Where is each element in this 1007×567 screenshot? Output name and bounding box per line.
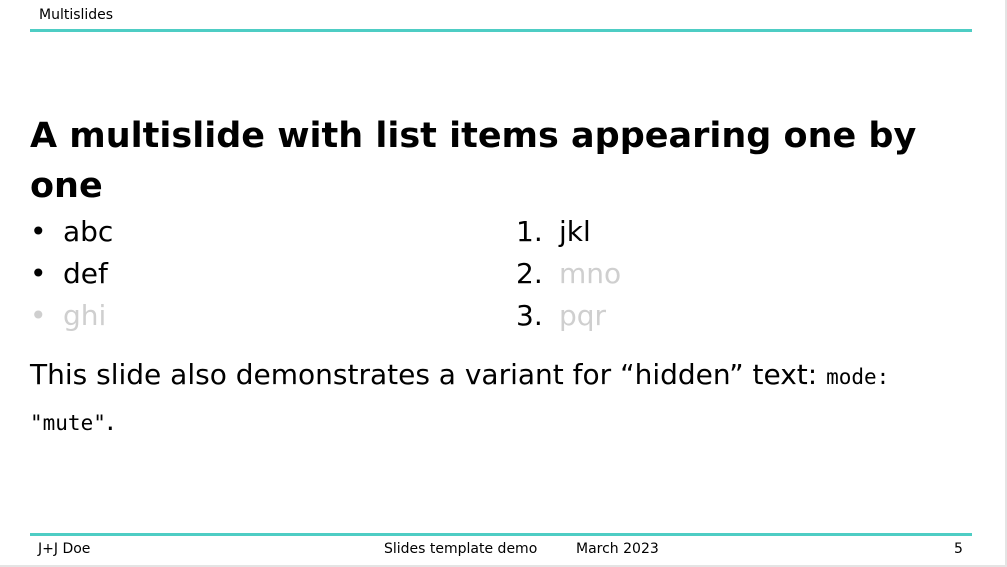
list-item-text: mno — [559, 257, 622, 290]
number-marker: 3. — [516, 299, 543, 332]
list-item-muted: 2. mno — [516, 253, 621, 295]
list-item-text: abc — [63, 215, 114, 248]
slide: Multislides A multislide with list items… — [0, 0, 1007, 567]
number-marker: 1. — [516, 215, 543, 248]
list-item: • abc — [30, 211, 113, 253]
numbered-list: 1. jkl 2. mno 3. pqr — [516, 211, 621, 337]
footer-rule — [30, 533, 972, 536]
header-rule — [30, 29, 972, 32]
list-item: • def — [30, 253, 113, 295]
list-item: 1. jkl — [516, 211, 621, 253]
list-item-muted: • ghi — [30, 295, 113, 337]
bullet-list: • abc • def • ghi — [30, 211, 113, 337]
header-title: Multislides — [39, 7, 114, 23]
slide-title: A multislide with list items appearing o… — [30, 116, 917, 206]
body-paragraph: This slide also demonstrates a variant f… — [30, 353, 970, 445]
list-item-muted: 3. pqr — [516, 295, 621, 337]
footer-date: March 2023 — [576, 541, 659, 557]
page-number: 5 — [954, 541, 963, 557]
list-item-text: ghi — [63, 299, 107, 332]
list-item-text: pqr — [559, 299, 607, 332]
footer-author: J+J Doe — [38, 541, 91, 557]
number-marker: 2. — [516, 257, 543, 290]
list-item-text: def — [63, 257, 108, 290]
bullet-marker: • — [30, 215, 47, 248]
paragraph-end: . — [105, 404, 115, 437]
bullet-marker: • — [30, 299, 47, 332]
list-item-text: jkl — [559, 215, 591, 248]
bullet-marker: • — [30, 257, 47, 290]
footer-event: Slides template demo — [384, 541, 538, 557]
paragraph-text: This slide also demonstrates a variant f… — [30, 358, 827, 391]
